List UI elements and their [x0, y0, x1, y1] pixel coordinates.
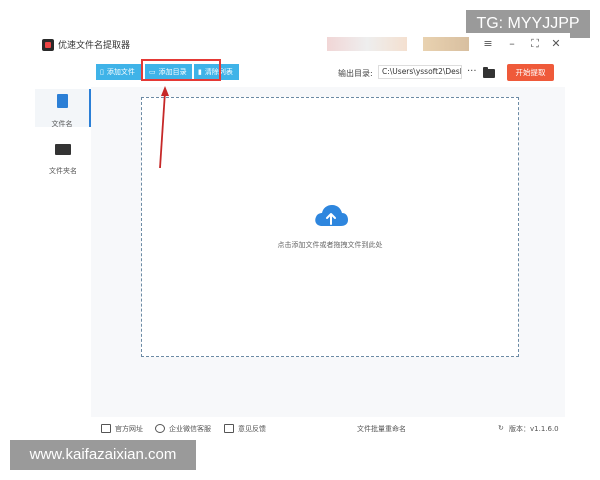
maximize-button[interactable]: ⛶: [528, 37, 542, 51]
official-website-link[interactable]: 官方网址: [115, 424, 143, 434]
app-window: 优速文件名提取器 ≡ – ⛶ ✕ ▯ 添加文件 ▭ 添加目录 ▮ 清除列表 输出目录:…: [35, 33, 570, 443]
folder-icon: [55, 144, 71, 155]
highlight-box: [141, 59, 221, 81]
app-title: 优速文件名提取器: [58, 41, 131, 51]
title-bar: 优速文件名提取器 ≡ – ⛶ ✕: [35, 33, 570, 57]
cloud-upload-icon: [315, 205, 348, 226]
output-dir-field[interactable]: C:\Users\yssoft2\Deskt: [378, 65, 462, 79]
status-bar: 官方网址 企业微信客服 意见反馈 文件批量重命名 ↻ 版本：v1.1.6.0: [91, 419, 565, 441]
wechat-icon: [155, 424, 165, 433]
blurred-ad-banner: [327, 37, 407, 51]
more-button[interactable]: ···: [467, 66, 477, 77]
website-icon: [101, 424, 111, 433]
dropzone-hint: 点击添加文件或者拖拽文件到此处: [277, 241, 383, 249]
sidebar-item-label: 文件名: [51, 120, 73, 128]
watermark-url: www.kaifazaixian.com: [10, 440, 196, 470]
sidebar: 文件名 文件夹名: [35, 87, 91, 443]
file-dropzone[interactable]: 点击添加文件或者拖拽文件到此处: [141, 97, 519, 357]
menu-icon[interactable]: ≡: [481, 37, 495, 50]
add-file-button[interactable]: ▯ 添加文件: [96, 64, 143, 80]
close-button[interactable]: ✕: [549, 37, 563, 50]
output-dir-label: 输出目录:: [338, 69, 373, 78]
sidebar-item-foldername[interactable]: 文件夹名: [35, 139, 91, 177]
minimize-button[interactable]: –: [505, 37, 519, 50]
batch-rename-link[interactable]: 文件批量重命名: [357, 424, 406, 434]
start-extract-button[interactable]: 开始提取: [507, 64, 554, 81]
wechat-service-link[interactable]: 企业微信客服: [169, 424, 211, 434]
app-logo-icon: [42, 39, 54, 51]
feedback-icon: [224, 424, 234, 433]
toolbar: ▯ 添加文件 ▭ 添加目录 ▮ 清除列表 输出目录: C:\Users\yssoft2…: [35, 61, 570, 85]
open-folder-icon[interactable]: [483, 67, 495, 78]
file-icon: [56, 94, 68, 108]
blurred-ad-image: [423, 37, 469, 51]
sidebar-item-filename[interactable]: 文件名: [35, 89, 91, 128]
version-text: 版本：v1.1.6.0: [509, 425, 559, 433]
file-icon: ▯: [100, 68, 104, 76]
refresh-icon: ↻: [498, 424, 504, 432]
add-file-label: 添加文件: [106, 68, 135, 76]
main-content: 点击添加文件或者拖拽文件到此处: [91, 87, 565, 417]
feedback-link[interactable]: 意见反馈: [238, 424, 266, 434]
sidebar-item-label: 文件夹名: [49, 167, 77, 175]
